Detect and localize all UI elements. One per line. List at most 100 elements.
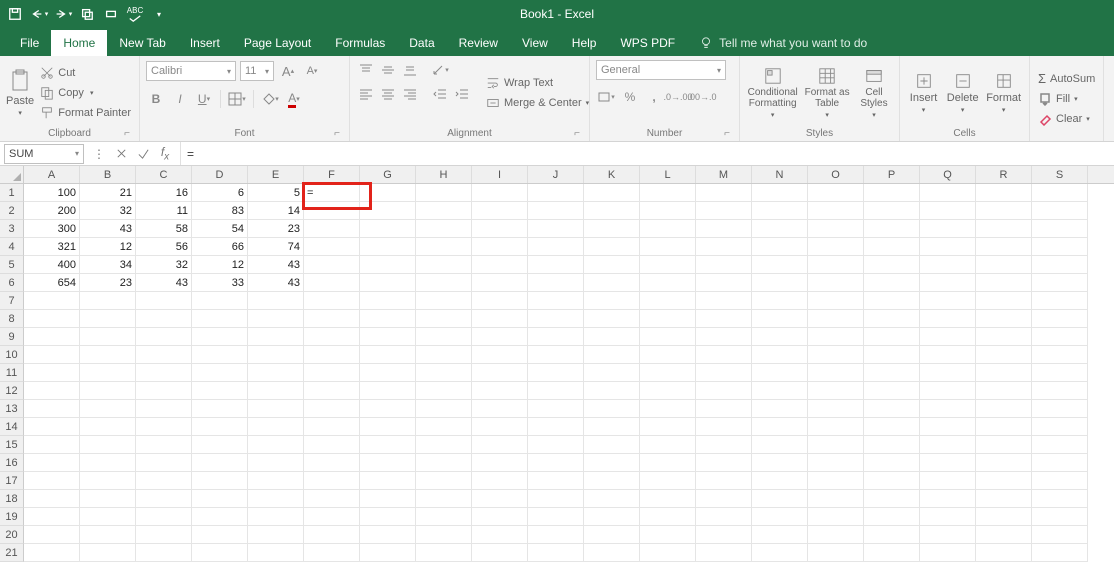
cell-E16[interactable] [248,454,304,472]
font-size-combo[interactable]: 11▾ [240,61,274,81]
cell-F19[interactable] [304,508,360,526]
cell-F7[interactable] [304,292,360,310]
tab-wpspdf[interactable]: WPS PDF [608,30,687,56]
cell-K13[interactable] [584,400,640,418]
cell-R13[interactable] [976,400,1032,418]
cell-G7[interactable] [360,292,416,310]
cell-I15[interactable] [472,436,528,454]
align-left-icon[interactable] [356,84,376,104]
cell-A14[interactable] [24,418,80,436]
cell-Q6[interactable] [920,274,976,292]
increase-font-icon[interactable]: A▴ [278,61,298,81]
row-header-10[interactable]: 10 [0,346,24,364]
cell-I17[interactable] [472,472,528,490]
row-header-6[interactable]: 6 [0,274,24,292]
cell-L14[interactable] [640,418,696,436]
cell-E2[interactable]: 14 [248,202,304,220]
cell-E19[interactable] [248,508,304,526]
cell-H2[interactable] [416,202,472,220]
cell-L15[interactable] [640,436,696,454]
cell-I4[interactable] [472,238,528,256]
cell-C16[interactable] [136,454,192,472]
tab-pagelayout[interactable]: Page Layout [232,30,323,56]
col-header-R[interactable]: R [976,166,1032,183]
cell-F14[interactable] [304,418,360,436]
cell-L11[interactable] [640,364,696,382]
row-header-18[interactable]: 18 [0,490,24,508]
cell-S4[interactable] [1032,238,1088,256]
cell-P5[interactable] [864,256,920,274]
cell-Q5[interactable] [920,256,976,274]
cell-C13[interactable] [136,400,192,418]
cell-I21[interactable] [472,544,528,562]
row-header-16[interactable]: 16 [0,454,24,472]
cell-N17[interactable] [752,472,808,490]
cell-C14[interactable] [136,418,192,436]
cell-A1[interactable]: 100 [24,184,80,202]
cell-I12[interactable] [472,382,528,400]
cell-P15[interactable] [864,436,920,454]
cell-P17[interactable] [864,472,920,490]
align-top-icon[interactable] [356,60,376,80]
cell-M20[interactable] [696,526,752,544]
cell-D2[interactable]: 83 [192,202,248,220]
cell-K18[interactable] [584,490,640,508]
tell-me-search[interactable]: Tell me what you want to do [699,30,867,56]
cell-L17[interactable] [640,472,696,490]
cell-Q19[interactable] [920,508,976,526]
cell-O8[interactable] [808,310,864,328]
cell-C11[interactable] [136,364,192,382]
cell-M15[interactable] [696,436,752,454]
autosum-button[interactable]: ΣAutoSum [1036,70,1097,88]
cell-E18[interactable] [248,490,304,508]
cell-L6[interactable] [640,274,696,292]
cell-F1[interactable]: = [304,184,360,202]
increase-decimal-icon[interactable]: .0→.00 [668,87,688,107]
cell-H8[interactable] [416,310,472,328]
cell-L1[interactable] [640,184,696,202]
cell-F20[interactable] [304,526,360,544]
cell-M19[interactable] [696,508,752,526]
cell-P10[interactable] [864,346,920,364]
alignment-launcher-icon[interactable]: ⌐ [571,127,583,139]
cell-P12[interactable] [864,382,920,400]
cell-S15[interactable] [1032,436,1088,454]
cell-A2[interactable]: 200 [24,202,80,220]
cell-F17[interactable] [304,472,360,490]
cell-Q20[interactable] [920,526,976,544]
cell-H13[interactable] [416,400,472,418]
cell-Q14[interactable] [920,418,976,436]
cell-I8[interactable] [472,310,528,328]
row-header-12[interactable]: 12 [0,382,24,400]
cell-M17[interactable] [696,472,752,490]
cell-I20[interactable] [472,526,528,544]
cell-O10[interactable] [808,346,864,364]
name-box[interactable]: SUM▾ [4,144,84,164]
cell-A21[interactable] [24,544,80,562]
cell-S13[interactable] [1032,400,1088,418]
cell-I5[interactable] [472,256,528,274]
cell-A18[interactable] [24,490,80,508]
cell-B3[interactable]: 43 [80,220,136,238]
tab-formulas[interactable]: Formulas [323,30,397,56]
cell-J4[interactable] [528,238,584,256]
cell-G15[interactable] [360,436,416,454]
col-header-N[interactable]: N [752,166,808,183]
cell-O21[interactable] [808,544,864,562]
cell-M7[interactable] [696,292,752,310]
cell-S20[interactable] [1032,526,1088,544]
cell-J21[interactable] [528,544,584,562]
cell-A4[interactable]: 321 [24,238,80,256]
col-header-J[interactable]: J [528,166,584,183]
cell-R12[interactable] [976,382,1032,400]
cell-H6[interactable] [416,274,472,292]
decrease-font-icon[interactable]: A▾ [302,61,322,81]
cell-N7[interactable] [752,292,808,310]
cell-I3[interactable] [472,220,528,238]
cell-M1[interactable] [696,184,752,202]
underline-button[interactable]: U▾ [194,89,214,109]
cell-B1[interactable]: 21 [80,184,136,202]
cell-G2[interactable] [360,202,416,220]
cell-J1[interactable] [528,184,584,202]
cell-N16[interactable] [752,454,808,472]
